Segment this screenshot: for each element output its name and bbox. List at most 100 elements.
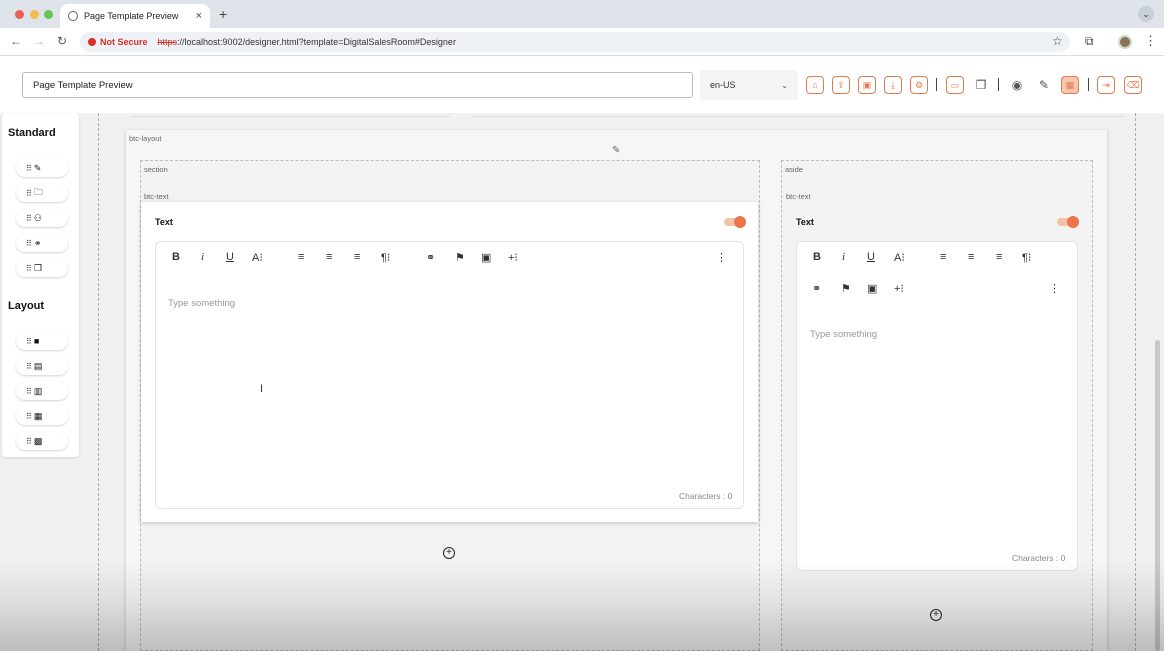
erase-button[interactable]: ⌫ — [1124, 76, 1142, 94]
insert-more-icon[interactable]: +⁝ — [894, 282, 904, 295]
toggle-knob — [734, 216, 746, 228]
exit-icon: ⇥ — [1102, 79, 1110, 90]
download-button[interactable]: ⤓ — [884, 76, 902, 94]
image-icon[interactable]: ▣ — [481, 251, 491, 264]
aside-rich-text-editor[interactable] — [796, 241, 1078, 571]
bold-icon[interactable]: B — [813, 251, 821, 263]
insert-more-icon[interactable]: +⁝ — [508, 251, 518, 264]
browser-tab-bar: Page Template Preview × + ⌄ — [0, 0, 1164, 28]
upload-icon: ⇪ — [837, 79, 845, 90]
new-tab-button[interactable]: + — [219, 6, 227, 22]
tab-title: Page Template Preview — [84, 11, 179, 21]
folder-icon: 🗀 — [33, 187, 43, 197]
align-left-icon[interactable]: ≡ — [298, 251, 304, 263]
page-scrollbar[interactable] — [1155, 340, 1160, 651]
eye-icon: ◉ — [1011, 78, 1023, 92]
pencil-icon: ✎ — [33, 162, 42, 173]
home-button[interactable]: ⌂ — [806, 76, 824, 94]
section-text-toggle[interactable] — [724, 216, 746, 228]
palette-item-link[interactable]: ⠿ ⚭ — [16, 234, 68, 252]
minimize-window-button[interactable] — [30, 10, 39, 19]
paragraph-icon[interactable]: ¶⁝ — [381, 251, 390, 264]
btc-layout-label: btc-layout — [129, 134, 162, 143]
gear-icon: ⚙ — [914, 79, 924, 90]
eraser-icon: ⌫ — [1126, 79, 1140, 90]
reload-icon[interactable]: ↻ — [57, 34, 67, 48]
save-button[interactable]: ▣ — [858, 76, 876, 94]
align-right-icon[interactable]: ≡ — [354, 251, 360, 263]
forward-arrow-icon[interactable]: → — [33, 34, 45, 48]
underline-icon[interactable]: U — [867, 251, 875, 263]
underline-icon[interactable]: U — [226, 251, 234, 263]
align-center-icon[interactable]: ≡ — [326, 251, 332, 263]
edit-external-button[interactable]: ✎ — [1035, 76, 1053, 94]
desktop-view-button[interactable]: ▭ — [946, 76, 964, 94]
aside-label: aside — [785, 165, 803, 174]
url-path: ://localhost:9002/designer.html?template… — [177, 37, 456, 47]
pages-icon: ❐ — [33, 262, 42, 273]
palette-item-layout-single[interactable]: ⠿ ■ — [16, 332, 68, 350]
link-icon[interactable]: ⚭ — [426, 251, 435, 264]
link-icon[interactable]: ⚭ — [812, 282, 821, 295]
designer-mode-button[interactable]: ▦ — [1061, 76, 1079, 94]
drag-handle-icon: ⠿ — [26, 436, 32, 446]
browser-tab[interactable]: Page Template Preview × — [60, 4, 210, 28]
more-options-icon[interactable]: ⋮ — [1049, 282, 1060, 295]
upload-button[interactable]: ⇪ — [832, 76, 850, 94]
aside-editor-placeholder[interactable]: Type something — [810, 329, 877, 340]
font-size-icon[interactable]: A⁝ — [894, 251, 905, 264]
palette-item-pages[interactable]: ⠿ ❐ — [16, 259, 68, 277]
not-secure-label[interactable]: Not Secure — [100, 37, 148, 47]
palette-item-folder[interactable]: ⠿ 🗀 — [16, 184, 68, 202]
align-right-icon[interactable]: ≡ — [996, 251, 1002, 263]
drag-handle-icon: ⠿ — [26, 188, 32, 198]
palette-item-text[interactable]: ⠿ ✎ — [16, 159, 68, 177]
page-title-input[interactable] — [22, 72, 693, 98]
bookmark-star-icon[interactable]: ☆ — [1052, 34, 1063, 48]
aside-text-toggle[interactable] — [1057, 216, 1079, 228]
aside-add-button[interactable]: + — [930, 609, 942, 621]
align-left-icon[interactable]: ≡ — [940, 251, 946, 263]
settings-button[interactable]: ⚙ — [910, 76, 928, 94]
palette-item-layout-grid-3[interactable]: ⠿ ▩ — [16, 432, 68, 450]
preview-button[interactable]: ◉ — [1008, 76, 1026, 94]
locale-select[interactable]: en-US ⌄ — [700, 70, 798, 100]
flag-icon[interactable]: ⚑ — [455, 251, 465, 264]
palette-item-layout-sidebar-right[interactable]: ⠿ ▥ — [16, 382, 68, 400]
previous-block-edge — [130, 113, 450, 117]
layout-grid-2-icon: ▦ — [33, 410, 43, 421]
section-editor-placeholder[interactable]: Type something — [168, 298, 235, 309]
section-rich-text-editor[interactable] — [155, 241, 744, 509]
extensions-puzzle-icon[interactable]: ⧉ — [1085, 34, 1094, 49]
url-field[interactable]: Not Secure https ://localhost:9002/desig… — [80, 32, 1070, 52]
aside-character-count: Characters : 0 — [1012, 553, 1066, 563]
drag-handle-icon: ⠿ — [26, 213, 32, 223]
italic-icon[interactable]: i — [842, 251, 845, 263]
align-center-icon[interactable]: ≡ — [968, 251, 974, 263]
italic-icon[interactable]: i — [201, 251, 204, 263]
palette-item-layout-sidebar-left[interactable]: ⠿ ▤ — [16, 357, 68, 375]
section-add-button[interactable]: + — [443, 547, 455, 559]
pencil-icon[interactable]: ✎ — [612, 145, 620, 156]
font-size-icon[interactable]: A⁝ — [252, 251, 263, 264]
grid-icon: ▦ — [1065, 79, 1075, 90]
profile-avatar[interactable] — [1118, 35, 1132, 49]
exit-button[interactable]: ⇥ — [1097, 76, 1115, 94]
palette-item-contact[interactable]: ⠿ ⚇ — [16, 209, 68, 227]
image-icon[interactable]: ▣ — [867, 282, 877, 295]
copy-button[interactable]: ❐ — [972, 76, 990, 94]
toolbar-divider — [1088, 78, 1089, 91]
back-arrow-icon[interactable]: ← — [10, 34, 22, 48]
close-window-button[interactable] — [15, 10, 24, 19]
more-options-icon[interactable]: ⋮ — [716, 251, 727, 264]
maximize-window-button[interactable] — [44, 10, 53, 19]
copy-icon: ❐ — [975, 78, 987, 92]
bold-icon[interactable]: B — [172, 251, 180, 263]
tab-close-icon[interactable]: × — [196, 10, 202, 22]
tab-search-icon[interactable]: ⌄ — [1138, 6, 1154, 22]
drag-handle-icon: ⠿ — [26, 238, 32, 248]
browser-menu-icon[interactable]: ⋮ — [1144, 33, 1157, 49]
palette-item-layout-grid-2[interactable]: ⠿ ▦ — [16, 407, 68, 425]
paragraph-icon[interactable]: ¶⁝ — [1022, 251, 1031, 264]
flag-icon[interactable]: ⚑ — [841, 282, 851, 295]
